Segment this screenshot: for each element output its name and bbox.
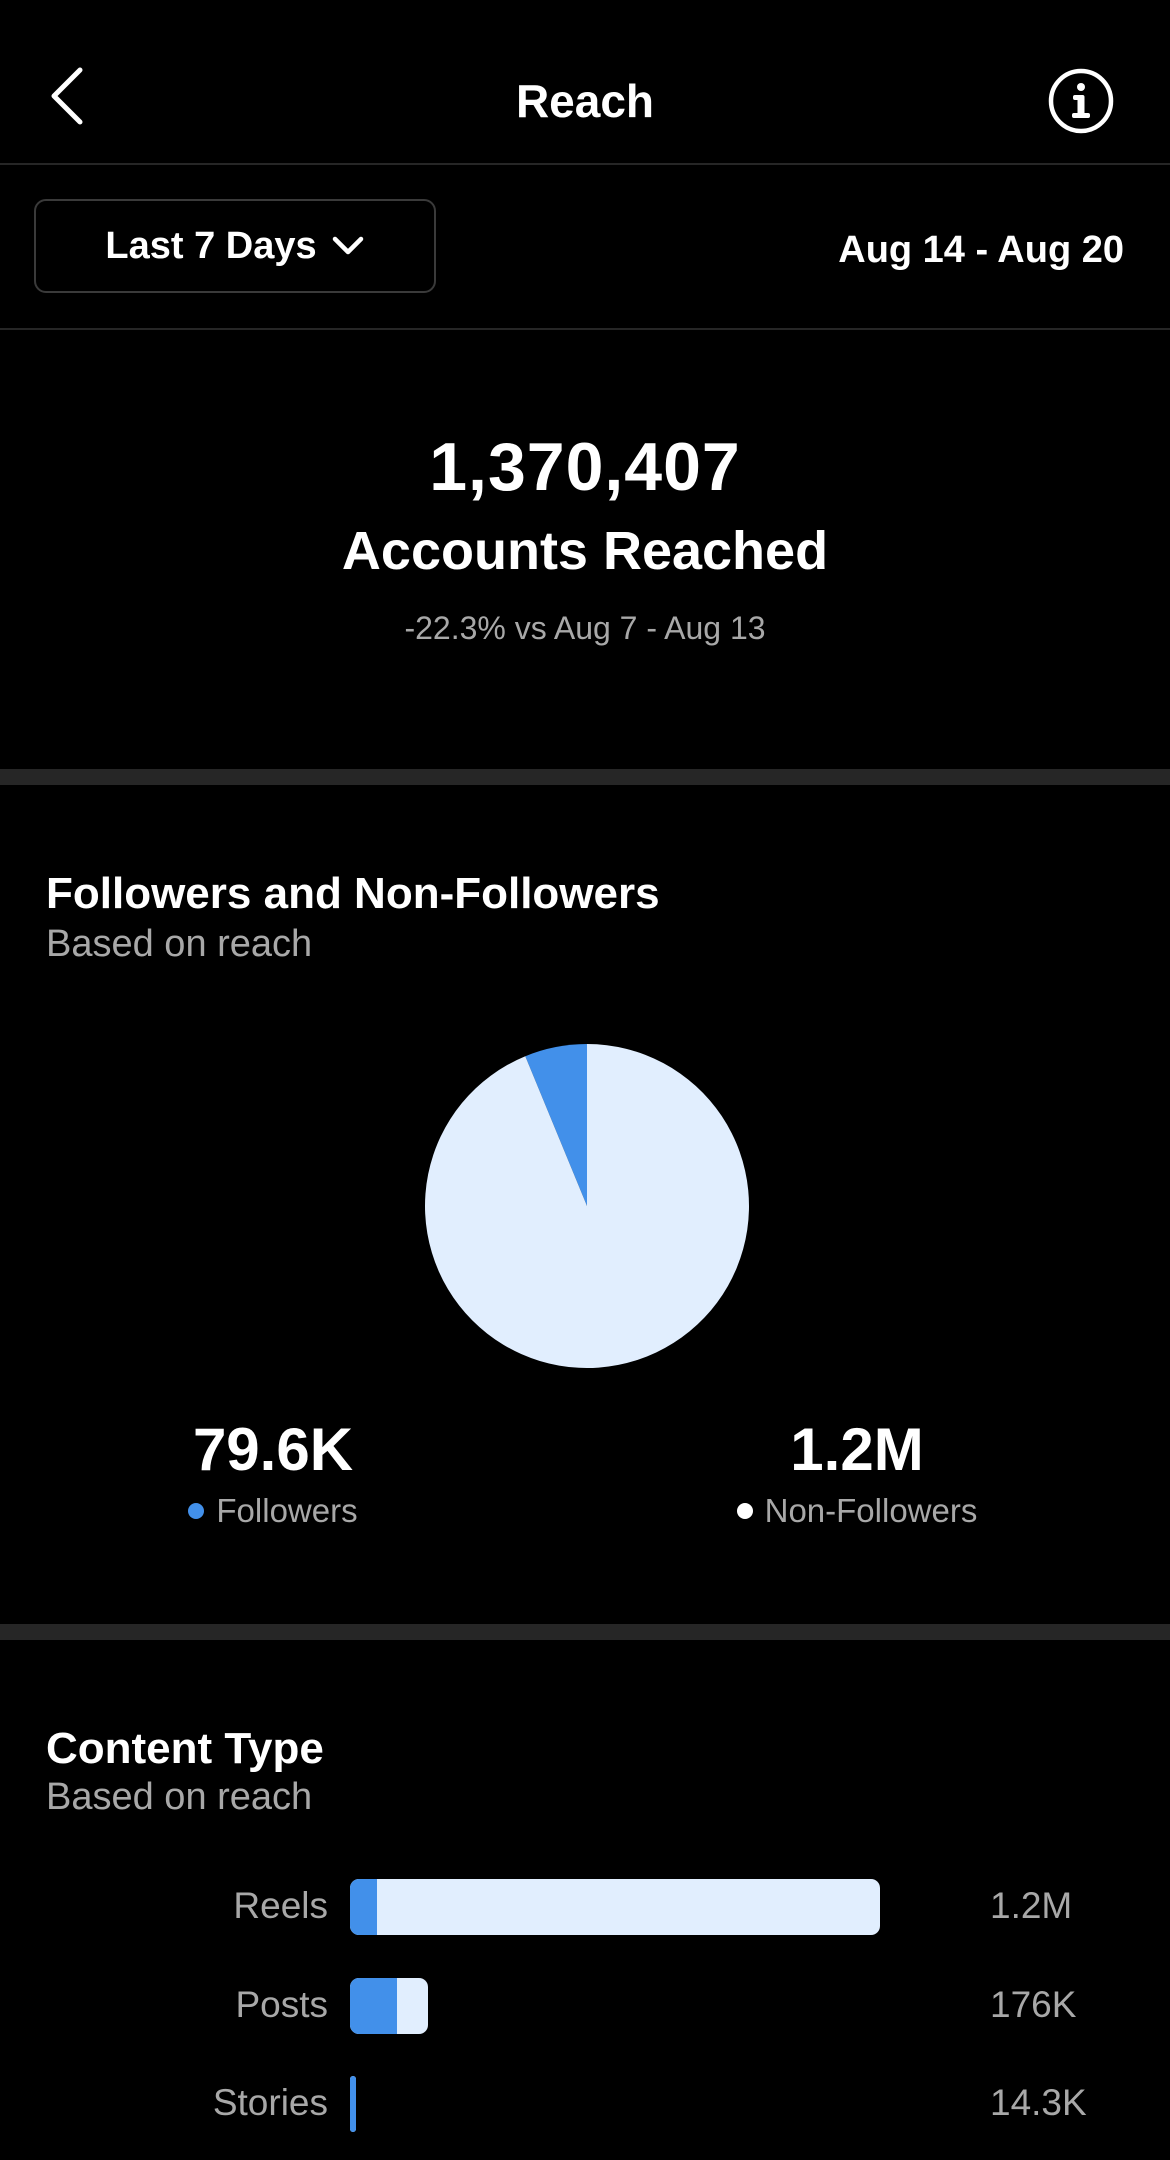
- comparison-text: -22.3% vs Aug 7 - Aug 13: [404, 610, 766, 646]
- date-range-dropdown[interactable]: Last 7 Days: [34, 199, 436, 293]
- accounts-reached-value: 1,370,407: [429, 429, 741, 505]
- bar-label-stories: Stories: [212, 2082, 328, 2123]
- chevron-down-icon: [332, 236, 363, 255]
- followers-section-title: Followers and Non-Followers: [46, 869, 660, 918]
- content-type-title: Content Type: [46, 1724, 324, 1773]
- bar-reels: [350, 1879, 880, 1935]
- bar-label-posts: Posts: [235, 1984, 328, 2025]
- info-icon[interactable]: [1048, 68, 1114, 134]
- section-divider: [0, 1624, 1170, 1640]
- top-bar: Reach: [0, 0, 1170, 165]
- non-followers-legend-label: Non-Followers: [764, 1492, 978, 1529]
- bar-value-reels: 1.2M: [990, 1885, 1073, 1926]
- followers-section: Followers and Non-Followers Based on rea…: [0, 785, 1170, 1624]
- followers-legend-label: Followers: [216, 1492, 358, 1529]
- accounts-reached-label: Accounts Reached: [341, 521, 829, 581]
- non-followers-value: 1.2M: [790, 1416, 924, 1483]
- filter-bar: Last 7 Days Aug 14 - Aug 20: [0, 165, 1170, 330]
- followers-pie-chart: [425, 1044, 749, 1368]
- followers-value: 79.6K: [192, 1416, 354, 1483]
- content-row-posts: Posts 176K: [0, 1978, 1170, 2034]
- date-range-text: Aug 14 - Aug 20: [838, 229, 1124, 271]
- content-type-section: Content Type Based on reach Reels 1.2M P…: [0, 1640, 1170, 2160]
- bar-stories-followers: [350, 2076, 357, 2132]
- section-divider: [0, 769, 1170, 785]
- content-row-stories: Stories 14.3K: [0, 2076, 1170, 2132]
- followers-section-subtitle: Based on reach: [46, 923, 313, 965]
- bar-label-reels: Reels: [233, 1885, 328, 1926]
- page-title: Reach: [515, 75, 655, 127]
- content-type-subtitle: Based on reach: [46, 1776, 313, 1818]
- bar-posts-followers: [350, 1978, 397, 2034]
- bar-reels-followers: [350, 1879, 377, 1935]
- followers-stat: 79.6K Followers: [150, 1415, 396, 1530]
- bar-value-posts: 176K: [990, 1984, 1077, 2025]
- bar-posts: [350, 1978, 428, 2034]
- pie-slice-non-followers: [425, 1044, 749, 1368]
- content-row-reels: Reels 1.2M: [0, 1879, 1170, 1935]
- reach-summary: 1,370,407 Accounts Reached -22.3% vs Aug…: [0, 330, 1170, 769]
- non-followers-legend-dot: [736, 1503, 753, 1519]
- followers-legend-dot: [188, 1503, 205, 1519]
- non-followers-stat: 1.2M Non-Followers: [712, 1415, 1002, 1530]
- date-range-label: Last 7 Days: [105, 224, 317, 267]
- bar-stories: [350, 2076, 357, 2132]
- bar-value-stories: 14.3K: [990, 2082, 1087, 2123]
